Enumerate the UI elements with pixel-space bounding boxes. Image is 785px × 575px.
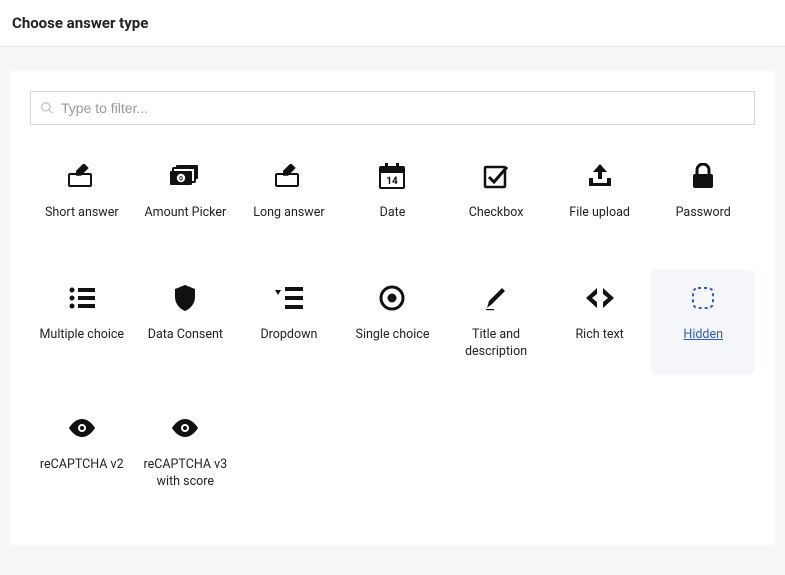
- answer-type-date[interactable]: 14 Date: [341, 147, 445, 245]
- svg-text:0: 0: [179, 175, 183, 183]
- answer-type-label: Checkbox: [469, 205, 524, 222]
- answer-type-grid: Short answer 0 Amount Picker Long answer…: [30, 147, 755, 505]
- lock-icon: [686, 159, 720, 193]
- answer-type-recaptcha-v2[interactable]: reCAPTCHA v2: [30, 399, 134, 505]
- answer-type-recaptcha-v3[interactable]: reCAPTCHA v3 with score: [134, 399, 238, 505]
- answer-type-short-answer[interactable]: Short answer: [30, 147, 134, 245]
- upload-icon: [583, 159, 617, 193]
- answer-type-label: File upload: [569, 205, 630, 222]
- answer-type-dropdown[interactable]: Dropdown: [237, 269, 341, 375]
- answer-type-password[interactable]: Password: [651, 147, 755, 245]
- answer-type-rich-text[interactable]: Rich text: [548, 269, 652, 375]
- dropdown-list-icon: [272, 281, 306, 315]
- answer-type-file-upload[interactable]: File upload: [548, 147, 652, 245]
- answer-type-label: Single choice: [356, 327, 430, 344]
- answer-type-label: reCAPTCHA v2: [40, 457, 124, 474]
- calendar-icon: 14: [375, 159, 409, 193]
- code-angle-icon: [583, 281, 617, 315]
- answer-type-label: Data Consent: [148, 327, 223, 344]
- answer-type-hidden[interactable]: Hidden: [651, 269, 755, 375]
- answer-type-label: Dropdown: [260, 327, 317, 344]
- svg-text:14: 14: [387, 176, 399, 187]
- answer-type-label: Title and description: [450, 327, 542, 361]
- radio-dot-icon: [375, 281, 409, 315]
- shield-icon: [168, 281, 202, 315]
- answer-type-label: Rich text: [575, 327, 623, 344]
- answer-type-label: Amount Picker: [144, 205, 226, 222]
- pencil-box-icon: [65, 159, 99, 193]
- panel: Short answer 0 Amount Picker Long answer…: [10, 71, 775, 545]
- pencil-box-icon: [272, 159, 306, 193]
- dashed-square-icon: [686, 281, 720, 315]
- answer-type-label: Password: [676, 205, 731, 222]
- answer-type-long-answer[interactable]: Long answer: [237, 147, 341, 245]
- answer-type-label: Hidden: [683, 327, 723, 344]
- answer-type-title-desc[interactable]: Title and description: [444, 269, 548, 375]
- answer-type-label: Date: [380, 205, 406, 222]
- search-icon: [40, 101, 54, 115]
- dialog-body: Short answer 0 Amount Picker Long answer…: [0, 47, 785, 575]
- answer-type-label: Multiple choice: [40, 327, 125, 344]
- answer-type-amount-picker[interactable]: 0 Amount Picker: [134, 147, 238, 245]
- answer-type-label: Long answer: [253, 205, 324, 222]
- answer-type-multiple-choice[interactable]: Multiple choice: [30, 269, 134, 375]
- money-stack-icon: 0: [168, 159, 202, 193]
- answer-type-label: reCAPTCHA v3 with score: [140, 457, 232, 491]
- filter-wrapper: [30, 91, 755, 125]
- pen-icon: [479, 281, 513, 315]
- dialog-title: Choose answer type: [12, 14, 773, 32]
- eye-icon: [168, 411, 202, 445]
- answer-type-data-consent[interactable]: Data Consent: [134, 269, 238, 375]
- answer-type-single-choice[interactable]: Single choice: [341, 269, 445, 375]
- bullet-list-icon: [65, 281, 99, 315]
- answer-type-checkbox[interactable]: Checkbox: [444, 147, 548, 245]
- filter-input[interactable]: [30, 91, 755, 125]
- dialog-header: Choose answer type: [0, 0, 785, 47]
- answer-type-label: Short answer: [45, 205, 119, 222]
- eye-icon: [65, 411, 99, 445]
- checkbox-icon: [479, 159, 513, 193]
